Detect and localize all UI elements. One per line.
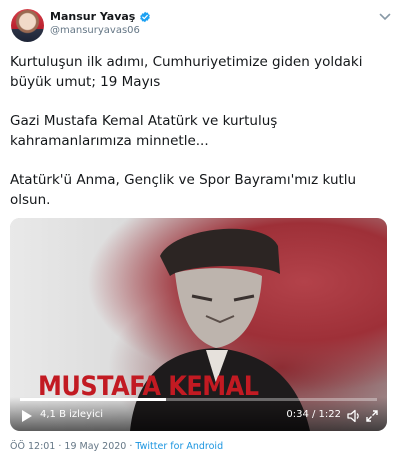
video-progress-fill (20, 398, 167, 401)
avatar[interactable] (11, 9, 44, 42)
tweet-text: Kurtuluşun ilk adımı, Cumhuriyetimize gi… (10, 52, 390, 229)
author-row: Mansur Yavaş (50, 10, 151, 23)
video-progress-bar[interactable] (20, 398, 377, 401)
video-time: 0:34 / 1:22 (286, 409, 341, 420)
video-controls: 4,1 B izleyici 0:34 / 1:22 (10, 397, 387, 431)
view-count: 4,1 B izleyici (40, 409, 104, 420)
author-name[interactable]: Mansur Yavaş (50, 10, 135, 23)
volume-icon[interactable] (347, 409, 361, 423)
chevron-down-icon[interactable] (379, 12, 391, 22)
source-app-link[interactable]: Twitter for Android (135, 441, 223, 452)
tweet-timestamp[interactable]: ÖÖ 12:01 · 19 May 2020 · (10, 441, 135, 452)
video-player[interactable]: MUSTAFA KEMAL 4,1 B izleyici 0:34 / 1:22 (10, 218, 387, 431)
tweet-paragraph: Gazi Mustafa Kemal Atatürk ve kurtuluş k… (10, 113, 278, 149)
tweet-card: Mansur Yavaş @mansuryavas06 Kurtuluşun i… (0, 0, 403, 463)
tweet-paragraph: Atatürk'ü Anma, Gençlik ve Spor Bayramı'… (10, 172, 357, 208)
tweet-paragraph: Kurtuluşun ilk adımı, Cumhuriyetimize gi… (10, 54, 363, 90)
fullscreen-icon[interactable] (366, 410, 378, 422)
tweet-meta: ÖÖ 12:01 · 19 May 2020 · Twitter for And… (10, 441, 223, 452)
play-icon[interactable] (21, 409, 33, 423)
author-handle[interactable]: @mansuryavas06 (50, 25, 140, 36)
verified-badge-icon (140, 11, 151, 22)
